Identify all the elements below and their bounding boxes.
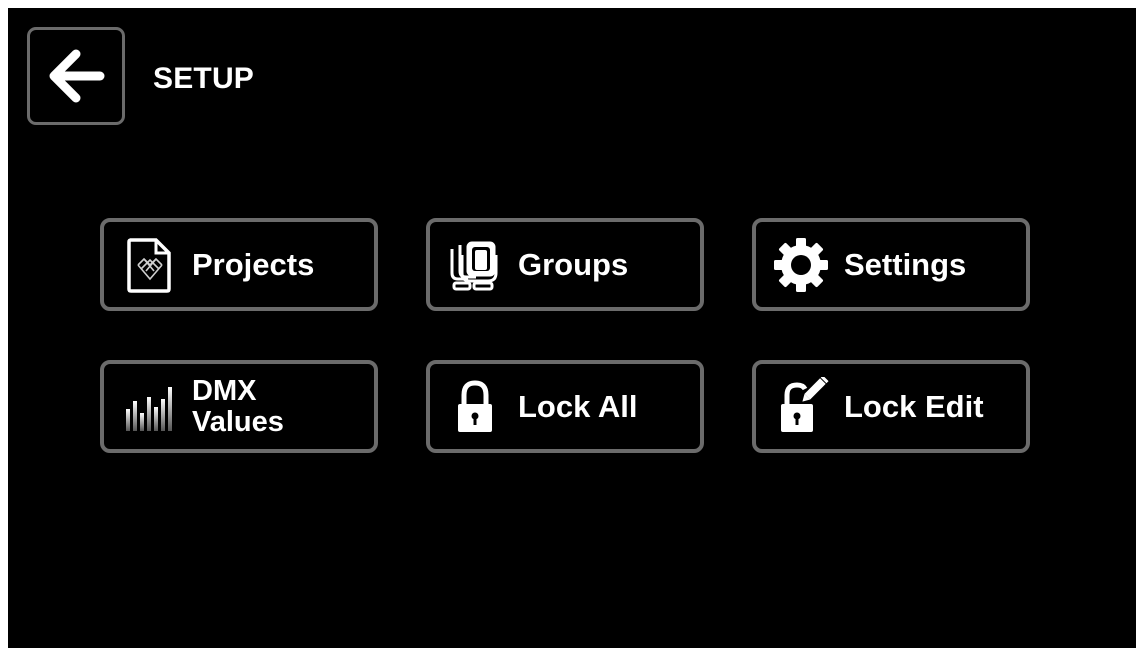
project-file-icon <box>118 235 180 295</box>
dmx-values-label-line2: Values <box>192 405 284 438</box>
lock-all-label: Lock All <box>518 388 638 424</box>
groups-icon <box>444 235 506 295</box>
settings-label: Settings <box>844 246 967 282</box>
settings-button[interactable]: Settings <box>752 218 1030 311</box>
projects-label: Projects <box>192 246 315 282</box>
setup-screen: SETUP Projects Groups Settings DMX Value… <box>8 8 1136 648</box>
dmx-levels-icon <box>118 377 180 437</box>
lock-edit-icon <box>770 376 832 437</box>
dmx-values-label-line1: DMX <box>192 374 257 407</box>
lock-edit-label: Lock Edit <box>844 388 984 424</box>
dmx-values-label: DMX Values <box>192 374 284 438</box>
dmx-values-button[interactable]: DMX Values <box>100 360 378 453</box>
groups-button[interactable]: Groups <box>426 218 704 311</box>
page-title: SETUP <box>153 62 255 95</box>
gear-icon <box>770 235 832 295</box>
groups-label: Groups <box>518 246 629 282</box>
lock-edit-button[interactable]: Lock Edit <box>752 360 1030 453</box>
lock-all-button[interactable]: Lock All <box>426 360 704 453</box>
projects-button[interactable]: Projects <box>100 218 378 311</box>
back-button[interactable] <box>27 27 125 125</box>
back-arrow-icon <box>49 49 105 103</box>
lock-icon <box>444 377 506 437</box>
